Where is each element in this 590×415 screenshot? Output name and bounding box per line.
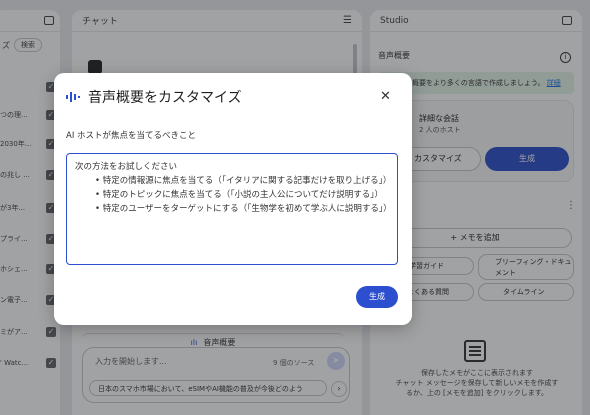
customize-audio-dialog: 音声概要をカスタマイズ ✕ AI ホストが焦点を当てるべきこと 次の方法をお試し… [54,73,412,325]
focus-textarea[interactable]: 次の方法をお試しください • 特定の情報源に焦点を当てる（「イタリアに関する記事… [66,153,398,265]
close-icon[interactable]: ✕ [380,89,391,104]
textarea-line: • 特定のトピックに焦点を当てる（「小説の主人公についてだけ説明する」） [95,190,383,200]
textarea-line: 次の方法をお試しください [75,162,178,172]
textarea-line: • 特定のユーザーをターゲットにする（「生物学を初めて学ぶ人に説明する」） [95,204,392,214]
audio-wave-icon [66,92,80,102]
textarea-line: • 特定の情報源に焦点を当てる（「イタリアに関する記事だけを取り上げる」） [95,176,392,186]
dialog-title: 音声概要をカスタマイズ [88,90,242,106]
focus-label: AI ホストが焦点を当てるべきこと [66,131,197,141]
dialog-generate-button[interactable]: 生成 [356,286,398,308]
